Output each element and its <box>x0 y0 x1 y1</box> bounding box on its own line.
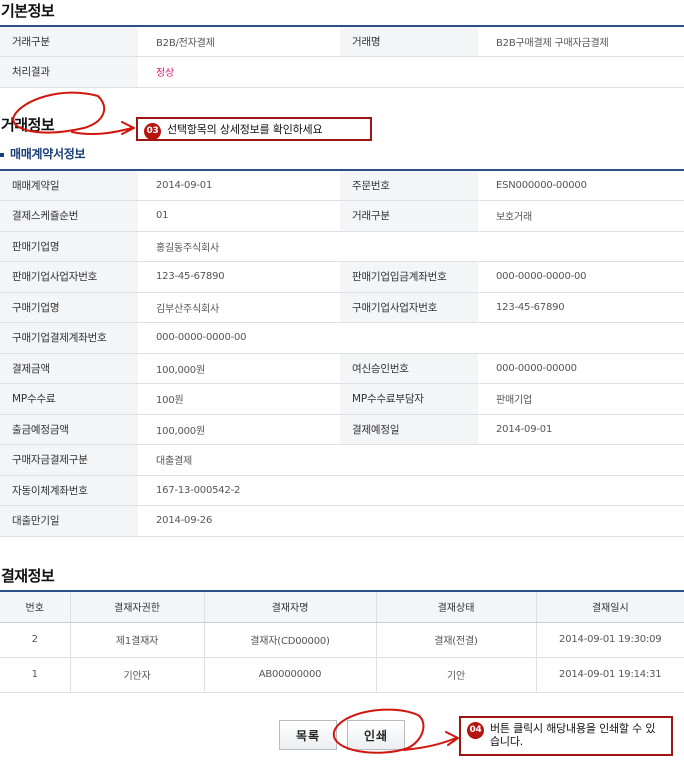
table-cell: 결재(전결) <box>375 622 536 658</box>
field-label: 구매자금결제구분 <box>0 444 138 476</box>
field-label: 판매기업명 <box>0 231 138 262</box>
table-row: 구매자금결제구분 대출결제 <box>0 444 684 476</box>
table-row: 자동이체계좌번호 167-13-000542-2 <box>0 475 684 506</box>
column-header: 결재상태 <box>375 591 536 623</box>
table-row: 구매기업결제계좌번호 000-0000-0000-00 <box>0 322 684 354</box>
field-label: 주문번호 <box>340 170 478 201</box>
field-value: 2014-09-01 <box>478 414 684 445</box>
field-label: 처리결과 <box>0 56 138 88</box>
table-cell: 기안자 <box>69 657 204 693</box>
callout-03: 03 선택항목의 상세정보를 확인하세요 <box>136 117 372 141</box>
field-value: 보호거래 <box>478 200 684 232</box>
field-label: 구매기업명 <box>0 292 138 323</box>
table-row: 대출만기일 2014-09-26 <box>0 505 684 537</box>
field-label: 구매기업사업자번호 <box>340 292 478 323</box>
approval-table: 번호 결재자권한 결재자명 결재상태 결재일시 2 제1결재자 결재자(CD00… <box>0 590 684 693</box>
contract-info-subtitle: 매매계약서정보 <box>0 145 85 162</box>
field-value: 01 <box>138 200 340 232</box>
column-header: 결재자명 <box>203 591 376 623</box>
field-value: 대출결제 <box>138 444 684 476</box>
basic-info-table: 거래구분 B2B/전자결제 거래명 B2B구매결제 구매자금결제 처리결과 정상 <box>0 25 684 88</box>
table-header-row: 번호 결재자권한 결재자명 결재상태 결재일시 <box>0 591 684 623</box>
table-row: 매매계약일 2014-09-01 주문번호 ESN000000-00000 <box>0 170 684 201</box>
status-value: 정상 <box>138 56 684 88</box>
field-value: 100,000원 <box>138 414 340 445</box>
transaction-info-title: 거래정보 <box>1 116 55 134</box>
table-cell: AB00000000 <box>203 657 376 693</box>
field-label: 자동이체계좌번호 <box>0 475 138 506</box>
field-label: MP수수료부담자 <box>340 383 478 415</box>
table-row: 2 제1결재자 결재자(CD00000) 결재(전결) 2014-09-01 1… <box>0 622 684 658</box>
field-label: 판매기업입금계좌번호 <box>340 261 478 293</box>
field-label: MP수수료 <box>0 383 138 415</box>
approval-info-title: 결재정보 <box>1 567 55 585</box>
list-button[interactable]: 목록 <box>279 720 337 750</box>
table-row: 처리결과 정상 <box>0 56 684 88</box>
field-value: 100원 <box>138 383 340 415</box>
callout-text: 선택항목의 상세정보를 확인하세요 <box>167 123 323 136</box>
field-value: B2B/전자결제 <box>138 26 340 57</box>
basic-info-title: 기본정보 <box>1 2 55 20</box>
table-row: 구매기업명 김부산주식회사 구매기업사업자번호 123-45-67890 <box>0 292 684 323</box>
table-row: 판매기업사업자번호 123-45-67890 판매기업입금계좌번호 000-00… <box>0 261 684 293</box>
field-label: 대출만기일 <box>0 505 138 537</box>
table-cell: 제1결재자 <box>69 622 204 658</box>
column-header: 결재일시 <box>535 591 684 623</box>
column-header: 결재자권한 <box>69 591 204 623</box>
field-value: 167-13-000542-2 <box>138 475 684 506</box>
table-cell: 2 <box>0 622 70 658</box>
table-row: 결제스케쥴순번 01 거래구분 보호거래 <box>0 200 684 232</box>
field-label: 출금예정금액 <box>0 414 138 445</box>
table-cell: 2014-09-01 19:30:09 <box>535 622 684 658</box>
field-label: 판매기업사업자번호 <box>0 261 138 293</box>
field-label: 구매기업결제계좌번호 <box>0 322 138 354</box>
field-value: 000-0000-00000 <box>478 353 684 384</box>
field-value: 2014-09-01 <box>138 170 340 201</box>
field-label: 거래명 <box>340 26 478 57</box>
field-label: 여신승인번호 <box>340 353 478 384</box>
field-value: 100,000원 <box>138 353 340 384</box>
field-value: B2B구매결제 구매자금결제 <box>478 26 684 57</box>
table-cell: 1 <box>0 657 70 693</box>
field-value: 000-0000-0000-00 <box>478 261 684 293</box>
field-value: 홍길동주식회사 <box>138 231 684 262</box>
table-row: 거래구분 B2B/전자결제 거래명 B2B구매결제 구매자금결제 <box>0 26 684 57</box>
field-label: 결제예정일 <box>340 414 478 445</box>
field-value: 2014-09-26 <box>138 505 684 537</box>
step-badge: 03 <box>144 123 161 140</box>
table-row: 1 기안자 AB00000000 기안 2014-09-01 19:14:31 <box>0 657 684 693</box>
field-value: ESN000000-00000 <box>478 170 684 201</box>
table-cell: 결재자(CD00000) <box>203 622 376 658</box>
step-badge: 04 <box>467 722 484 739</box>
field-value: 123-45-67890 <box>478 292 684 323</box>
field-label: 거래구분 <box>340 200 478 232</box>
table-row: 결제금액 100,000원 여신승인번호 000-0000-00000 <box>0 353 684 384</box>
table-row: 출금예정금액 100,000원 결제예정일 2014-09-01 <box>0 414 684 445</box>
column-header: 번호 <box>0 591 70 623</box>
transaction-info-table: 매매계약일 2014-09-01 주문번호 ESN000000-00000 결제… <box>0 169 684 537</box>
field-value: 판매기업 <box>478 383 684 415</box>
field-label: 거래구분 <box>0 26 138 57</box>
field-label: 결제스케쥴순번 <box>0 200 138 232</box>
square-bullet-icon <box>0 152 4 157</box>
field-label: 결제금액 <box>0 353 138 384</box>
table-row: 판매기업명 홍길동주식회사 <box>0 231 684 262</box>
field-value: 김부산주식회사 <box>138 292 340 323</box>
field-label: 매매계약일 <box>0 170 138 201</box>
callout-04: 04 버튼 클릭시 해당내용을 인쇄할 수 있습니다. <box>459 716 673 756</box>
field-value: 000-0000-0000-00 <box>138 322 684 354</box>
table-row: MP수수료 100원 MP수수료부담자 판매기업 <box>0 383 684 415</box>
callout-text: 버튼 클릭시 해당내용을 인쇄할 수 있습니다. <box>490 722 656 748</box>
field-value: 123-45-67890 <box>138 261 340 293</box>
print-button[interactable]: 인쇄 <box>347 720 405 750</box>
table-cell: 2014-09-01 19:14:31 <box>535 657 684 693</box>
table-cell: 기안 <box>375 657 536 693</box>
